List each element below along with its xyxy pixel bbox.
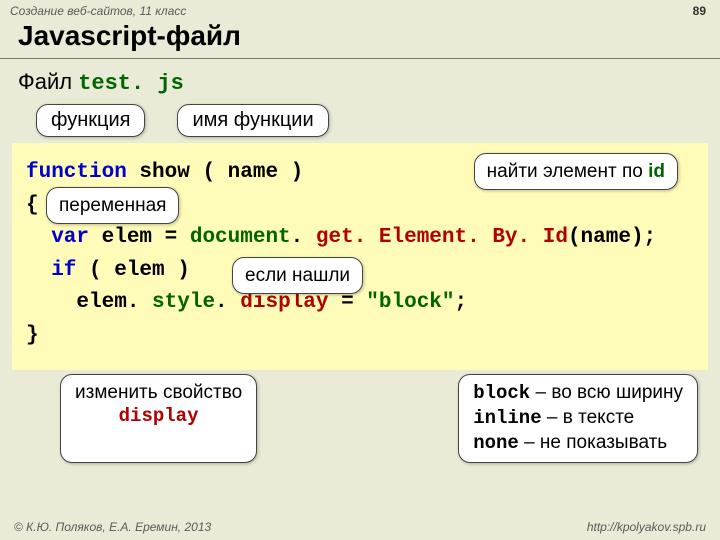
footer-right: http://kpolyakov.spb.ru xyxy=(587,520,706,534)
display-none-line: none – не показывать xyxy=(473,431,683,456)
subtitle-code: test. js xyxy=(78,71,184,96)
callout-display-values: block – во всю ширину inline – в тексте … xyxy=(458,374,698,462)
callout-function-name: имя функции xyxy=(177,104,328,137)
footer-left: © К.Ю. Поляков, Е.А. Еремин, 2013 xyxy=(14,520,211,534)
callout-variable: переменная xyxy=(46,187,179,224)
code-line-3: var elem = document. get. Element. By. I… xyxy=(26,222,694,255)
header-bar: Создание веб-сайтов, 11 класс 89 xyxy=(0,0,720,20)
callout-if-found: если нашли xyxy=(232,257,363,294)
callout-change-display: изменить свойство display xyxy=(60,374,257,462)
callout-find-text: найти элемент по xyxy=(487,161,648,182)
footer: © К.Ю. Поляков, Е.А. Еремин, 2013 http:/… xyxy=(0,520,720,534)
display-inline-line: inline – в тексте xyxy=(473,406,683,431)
course-label: Создание веб-сайтов, 11 класс xyxy=(10,4,186,18)
page-number: 89 xyxy=(693,4,706,18)
callout-find-code: id xyxy=(648,161,665,182)
display-block-line: block – во всю ширину xyxy=(473,381,683,406)
code-block: найти элемент по id переменная если нашл… xyxy=(12,143,708,370)
title-block: Javascript-файл xyxy=(0,20,720,59)
page-title: Javascript-файл xyxy=(18,20,702,52)
subtitle-text: Файл xyxy=(18,69,78,94)
code-line-5: elem. style. display = "block"; xyxy=(26,287,694,320)
subtitle: Файл test. js xyxy=(0,59,720,100)
bottom-callouts: изменить свойство display block – во всю… xyxy=(0,372,720,462)
callout-function-kw: функция xyxy=(36,104,145,137)
callout-change-line2: display xyxy=(75,405,242,429)
code-line-6: } xyxy=(26,320,694,353)
top-callouts: функция имя функции xyxy=(0,100,720,137)
callout-change-line1: изменить свойство xyxy=(75,381,242,405)
callout-find-by-id: найти элемент по id xyxy=(474,153,678,190)
